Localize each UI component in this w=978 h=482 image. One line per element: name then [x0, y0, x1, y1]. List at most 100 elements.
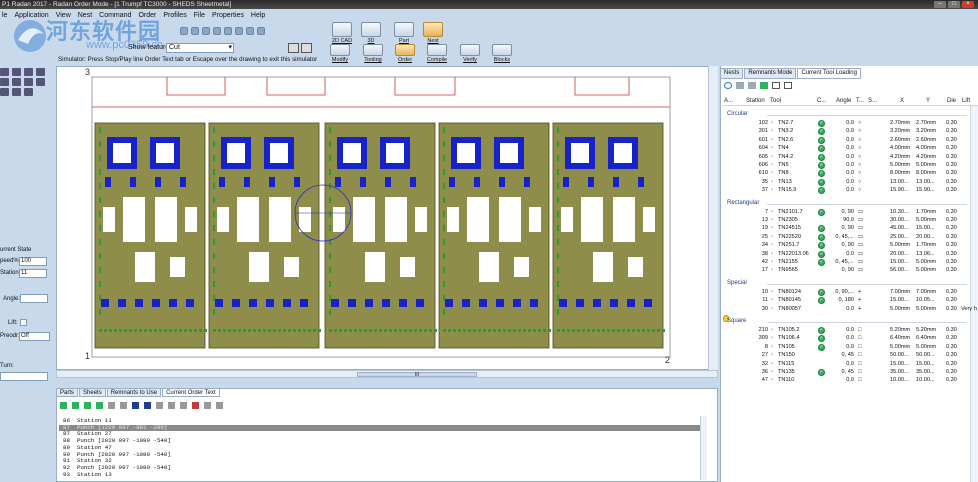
tool-row[interactable]: 8 ◦ TN105 ✓ 0.0 □ 5.00mm 5.00mm 0.30: [722, 343, 978, 352]
col-y[interactable]: Y: [926, 98, 930, 104]
check-icon[interactable]: [760, 82, 768, 89]
col-c[interactable]: C...: [817, 98, 826, 104]
col-s[interactable]: S...: [868, 98, 877, 104]
tool-icon[interactable]: [24, 78, 33, 86]
tool-group-header[interactable]: Special: [727, 280, 967, 286]
help-icon[interactable]: [257, 27, 265, 35]
grid-icon[interactable]: [224, 27, 232, 35]
tool-icon[interactable]: [12, 68, 21, 76]
order-text-line[interactable]: 90 Punch [2020 997 -1080 -540]: [59, 451, 707, 459]
ribbon-button[interactable]: Tooling: [356, 44, 390, 63]
speed-input[interactable]: 100: [19, 257, 47, 266]
tool-row[interactable]: 25 ◦ TN22520 ✓ 0, 45,... ▭ 25.00... 20.00... 0.3…: [722, 233, 978, 242]
filter-icon[interactable]: [202, 27, 210, 35]
zoom-icon[interactable]: [213, 27, 221, 35]
preorder-select[interactable]: Off: [19, 332, 50, 341]
right-tab[interactable]: Remnants Mode: [744, 68, 797, 79]
tool-row[interactable]: 38 ◦ TN22013.06 ✓ 0.0 ▭ 20.00... 13.06... 0.30: [722, 250, 978, 259]
order-text-scrollbar[interactable]: [700, 416, 707, 480]
order-tool-icon[interactable]: [60, 402, 67, 409]
right-tab[interactable]: Nests: [720, 68, 744, 79]
tool-icon[interactable]: [36, 78, 45, 86]
close-button[interactable]: ×: [962, 1, 974, 8]
tool-row[interactable]: 10 ◦ TN80124 ✓ 0, 90,... +7.00mm 7.00mm 0.30: [722, 288, 978, 297]
order-tool-icon[interactable]: [156, 402, 163, 409]
order-tool-icon[interactable]: [180, 402, 187, 409]
redo-icon[interactable]: [191, 27, 199, 35]
tool-row[interactable]: 35 ◦ TN13 ✓ 0.0 ○ 13.00... 13.00... 0.30: [722, 178, 978, 187]
canvas-horizontal-scrollbar[interactable]: III: [56, 370, 718, 378]
tool-row[interactable]: 17 ◦ TN9565 0, 90 ▭ 56.00... 5.00mm 0.30: [722, 267, 978, 275]
tool-row[interactable]: 37 ◦ TN15.9 ✓ 0.0 ○ 15.90... 15.90... 0.30: [722, 187, 978, 195]
maximize-button[interactable]: □: [948, 1, 960, 8]
tool-row[interactable]: 34 ◦ TN251.7 ✓ 0, 90 ▭ 5.00mm 1.70mm 0.30: [722, 242, 978, 250]
order-text-line[interactable]: 92 Punch [2020 997 -1080 -540]: [59, 464, 707, 472]
col-lift[interactable]: Lift: [962, 98, 970, 104]
tool-row[interactable]: 13 ◦ TN2305 90.0 ▭ 30.00... 5.00mm 0.30: [722, 217, 978, 225]
measure-icon[interactable]: [246, 27, 254, 35]
angle-input[interactable]: [20, 294, 48, 303]
tool-row[interactable]: 36 ◦ TN135 ✓ 0, 45 □ 35.00... 35.00... 0.30: [722, 369, 978, 377]
tool-row[interactable]: 606 ◦ TN5 ✓ 0.0 ○ 5.00mm 5.00mm 0.30: [722, 162, 978, 170]
station-input[interactable]: 11: [19, 269, 47, 278]
list-icon[interactable]: [772, 82, 780, 89]
tool-row[interactable]: 210 ◦ TN105.2 ✓ 0.0 □ 5.20mm 5.20mm 0.30: [722, 327, 978, 335]
order-tool-icon[interactable]: [144, 402, 151, 409]
order-text-line[interactable]: 88 Punch [2020 997 -1080 -540]: [59, 437, 707, 445]
tool-row[interactable]: 19 ◦ TN24515 ✓ 0, 90 ▭ 45.00... 15.00... 0.30: [722, 225, 978, 233]
order-text-list[interactable]: 86 Station 11 87 Punch [1229 997 -891 -29…: [59, 417, 707, 479]
order-tool-icon[interactable]: [72, 402, 79, 409]
order-tool-icon[interactable]: [132, 402, 139, 409]
minimize-button[interactable]: –: [934, 1, 946, 8]
tool-row[interactable]: 47 ◦ TN110 0.0 □ 10.00... 10.00... 0.30: [722, 377, 978, 385]
bottom-tab[interactable]: Sheets: [79, 388, 106, 397]
order-tool-icon[interactable]: [96, 402, 103, 409]
view-split-button[interactable]: [301, 43, 312, 53]
tool-group-header[interactable]: Rectangular: [727, 200, 967, 206]
order-text-line[interactable]: 93 Station 13: [59, 471, 707, 479]
order-tool-icon[interactable]: [216, 402, 223, 409]
tool-group-header[interactable]: Square: [727, 318, 967, 324]
undo-icon[interactable]: [180, 27, 188, 35]
menu-item[interactable]: File: [194, 9, 205, 23]
tool-row[interactable]: 605 ◦ TN4.2 ✓ 0.0 ○ 4.20mm 4.20mm 0.30: [722, 153, 978, 162]
tool-row[interactable]: 7 ◦ TN2101.7 ✓ 0, 90 ▭ 10.30... 1.70mm 0.30: [722, 208, 978, 217]
ribbon-button[interactable]: Order: [388, 44, 422, 63]
wand2-icon[interactable]: [748, 82, 756, 89]
view-single-button[interactable]: [288, 43, 299, 53]
ribbon-button[interactable]: Blocks: [485, 44, 519, 63]
tool-icon[interactable]: [12, 78, 21, 86]
nest-drawing-canvas[interactable]: 3 1 2: [56, 66, 718, 370]
col-a[interactable]: A...: [724, 98, 733, 104]
tool-row[interactable]: 610 ◦ TN8 ✓ 0.0 ○ 8.00mm 8.00mm 0.30: [722, 170, 978, 178]
tool-icon[interactable]: [36, 68, 45, 76]
tool-row[interactable]: 27 ◦ TN150 0, 45 □ 50.00... 50.00... 0.30: [722, 352, 978, 360]
tool-icon[interactable]: [24, 68, 33, 76]
col-angle[interactable]: Angle: [836, 98, 851, 104]
tool-row[interactable]: 301 ◦ TN3.2 ✓ 0.0 ○ 3.20mm 3.20mm 0.30: [722, 128, 978, 136]
bottom-tab[interactable]: Current Order Text: [162, 388, 220, 397]
tool-icon[interactable]: [12, 88, 21, 96]
ribbon-button[interactable]: 3D: [354, 22, 388, 44]
tool-row[interactable]: 102 ◦ TN2.7 ✓ 0.0 ○ 2.70mm 2.70mm 0.30: [722, 120, 978, 128]
col-x[interactable]: X: [900, 98, 904, 104]
tool-row[interactable]: 32 ◦ TN115 0.0 □ 15.00... 15.00... 0.30: [722, 361, 978, 369]
col-station[interactable]: Station: [746, 98, 765, 104]
show-features-select[interactable]: Cut: [166, 43, 234, 53]
lift-checkbox[interactable]: [20, 319, 27, 326]
col-t[interactable]: T...: [856, 98, 864, 104]
order-tool-icon[interactable]: [120, 402, 127, 409]
menu-item[interactable]: Help: [251, 9, 265, 23]
ribbon-button[interactable]: Modify: [323, 44, 357, 63]
turn-input[interactable]: [0, 372, 48, 381]
order-tool-icon[interactable]: [168, 402, 175, 409]
col-tool[interactable]: Tool: [770, 98, 781, 104]
menu-item[interactable]: Profiles: [163, 9, 186, 23]
tool-icon[interactable]: [0, 88, 9, 96]
tool-row[interactable]: 30 ◦ TN80057 0.0 +5.00mm 5.00mm 0.30 Very h: [722, 306, 978, 314]
order-text-line[interactable]: 87 Punch [1229 997 -891 -290]: [59, 424, 707, 432]
wand-icon[interactable]: [736, 82, 744, 89]
scrollbar-thumb[interactable]: III: [357, 372, 477, 378]
order-tool-icon[interactable]: [108, 402, 115, 409]
order-tool-icon[interactable]: [84, 402, 91, 409]
